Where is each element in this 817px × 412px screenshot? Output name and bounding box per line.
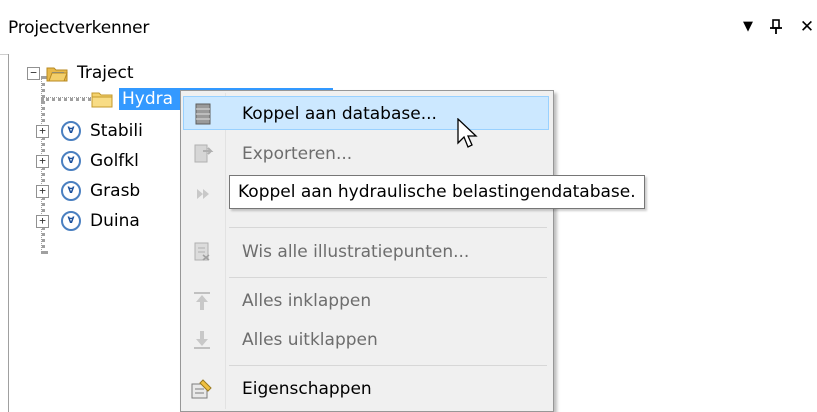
expand-expander-icon[interactable]: + [36, 124, 49, 138]
folder-open-icon [46, 67, 68, 81]
menu-item-label: Eigenschappen [242, 379, 372, 399]
run-icon [197, 189, 209, 199]
menu-item-label: Exporteren... [242, 144, 353, 164]
menu-item-label: Koppel aan database... [242, 104, 437, 124]
menu-separator [229, 227, 547, 228]
tree-node-label: Stabili [90, 121, 143, 141]
calculation-icon: Ɐ [61, 151, 81, 171]
collapse-expander-icon[interactable]: − [27, 66, 40, 80]
menu-item-label: Alles uitklappen [242, 330, 378, 350]
tooltip: Koppel aan hydraulische belastingendatab… [229, 175, 645, 209]
menu-item-eigenschappen[interactable]: Eigenschappen [183, 372, 549, 406]
tree-node-stabiliteit[interactable]: + Ɐ Stabili [36, 117, 146, 145]
database-icon [195, 103, 211, 125]
dropdown-icon[interactable]: ▼ [737, 15, 759, 39]
folder-icon [91, 92, 113, 107]
expand-expander-icon[interactable]: + [36, 154, 49, 168]
menu-item-alles-inklappen[interactable]: Alles inklappen [183, 284, 549, 318]
collapse-all-icon [194, 292, 210, 310]
clear-icon [194, 242, 210, 261]
tree-node-duinafslag[interactable]: + Ɐ Duina [36, 207, 143, 235]
mouse-cursor-icon [457, 118, 478, 148]
tree-node-golfklappen[interactable]: + Ɐ Golfkl [36, 147, 142, 175]
menu-item-label: Alles inklappen [242, 291, 372, 311]
calculation-icon: Ɐ [61, 211, 81, 231]
close-icon[interactable]: ✕ [796, 15, 817, 39]
expand-expander-icon[interactable]: + [36, 214, 49, 228]
menu-item-exporteren[interactable]: Exporteren... [183, 137, 549, 171]
menu-item-label: Wis alle illustratiepunten... [242, 242, 470, 262]
expand-expander-icon[interactable]: + [36, 184, 49, 198]
menu-item-alles-uitklappen[interactable]: Alles uitklappen [183, 323, 549, 357]
tree-node-label: Traject [77, 63, 134, 83]
expand-all-icon [194, 331, 210, 349]
context-menu: Koppel aan database... Exporteren... Wis… [180, 90, 554, 412]
tree-node-traject[interactable]: − Traject [27, 59, 137, 87]
panel-title: Projectverkenner [8, 18, 150, 38]
panel-header: Projectverkenner ▼ ✕ [0, 0, 817, 55]
tree-node-label: Golfkl [90, 151, 139, 171]
menu-item-koppel-aan-database[interactable]: Koppel aan database... [183, 96, 549, 130]
pin-icon[interactable] [765, 15, 787, 39]
menu-separator [229, 277, 547, 278]
menu-separator [229, 365, 547, 366]
tree-connector [41, 97, 97, 101]
properties-icon [191, 379, 212, 399]
calculation-icon: Ɐ [61, 181, 81, 201]
calculation-icon: Ɐ [61, 121, 81, 141]
tree-node-label: Grasb [90, 181, 141, 201]
menu-item-wis-alle-illustratiepunten[interactable]: Wis alle illustratiepunten... [183, 235, 549, 269]
tree-node-label: Duina [90, 211, 140, 231]
tree-node-grasbekleding[interactable]: + Ɐ Grasb [36, 177, 143, 205]
export-icon [194, 144, 214, 163]
